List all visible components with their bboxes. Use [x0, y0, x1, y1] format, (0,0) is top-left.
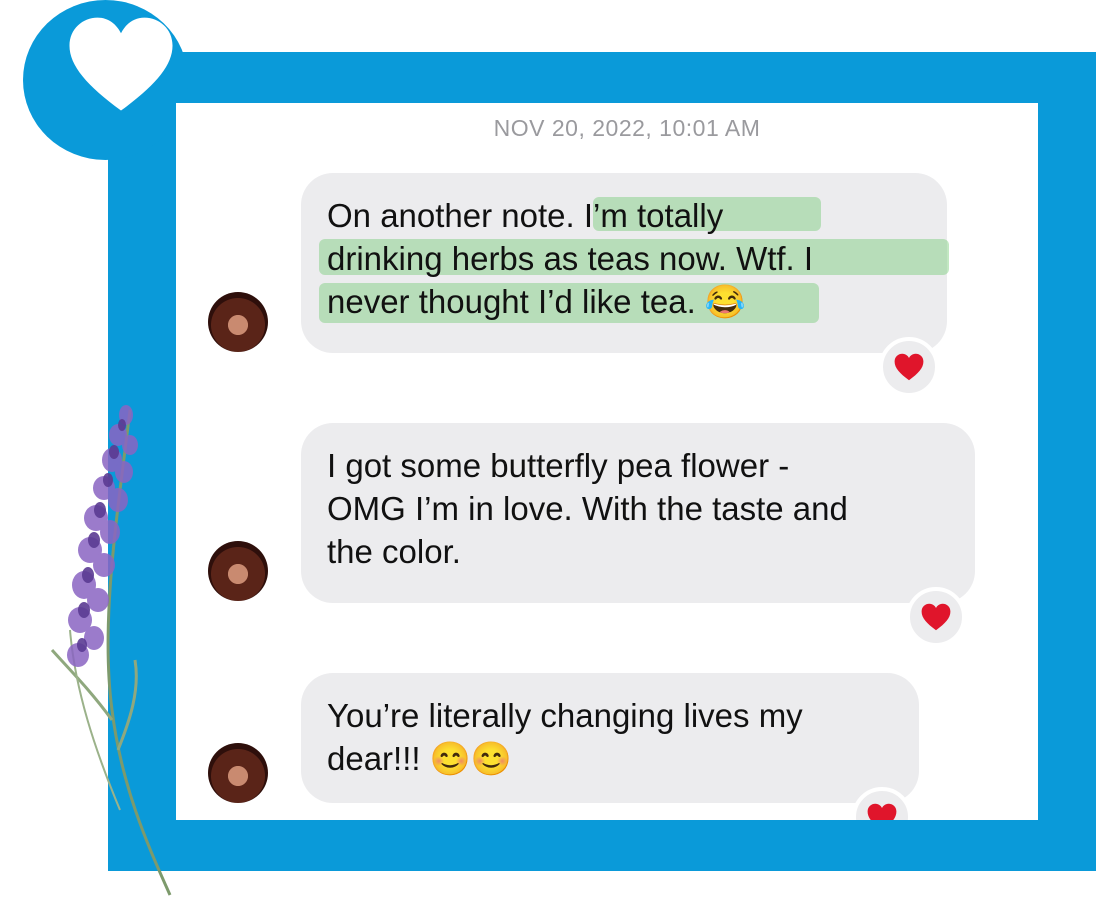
message-bubble[interactable]: I got some butterfly pea flower - OMG I’… — [301, 423, 975, 603]
heart-badge — [23, 0, 188, 160]
avatar — [208, 292, 268, 352]
avatar — [208, 743, 268, 803]
tapback-reaction[interactable] — [906, 587, 966, 647]
message-text: I got some butterfly pea flower - OMG I’… — [327, 447, 848, 570]
tapback-reaction[interactable] — [879, 337, 939, 397]
message-bubble[interactable]: You’re literally changing lives my dear!… — [301, 673, 919, 803]
lavender-illustration — [50, 405, 172, 896]
message-bubble[interactable]: On another note. I’m totally drinking he… — [301, 173, 949, 353]
messages-screen: NOV 20, 2022, 10:01 AM On another note. … — [176, 103, 1038, 820]
message-text: You’re literally changing lives my dear!… — [327, 697, 803, 777]
red-heart-icon — [867, 803, 897, 820]
timestamp: NOV 20, 2022, 10:01 AM — [493, 115, 761, 141]
avatar — [208, 541, 268, 601]
heart-icon — [69, 17, 173, 111]
message-text: On another note. I’m totally drinking he… — [327, 197, 814, 320]
red-heart-icon — [894, 353, 924, 381]
red-heart-icon — [921, 603, 951, 631]
